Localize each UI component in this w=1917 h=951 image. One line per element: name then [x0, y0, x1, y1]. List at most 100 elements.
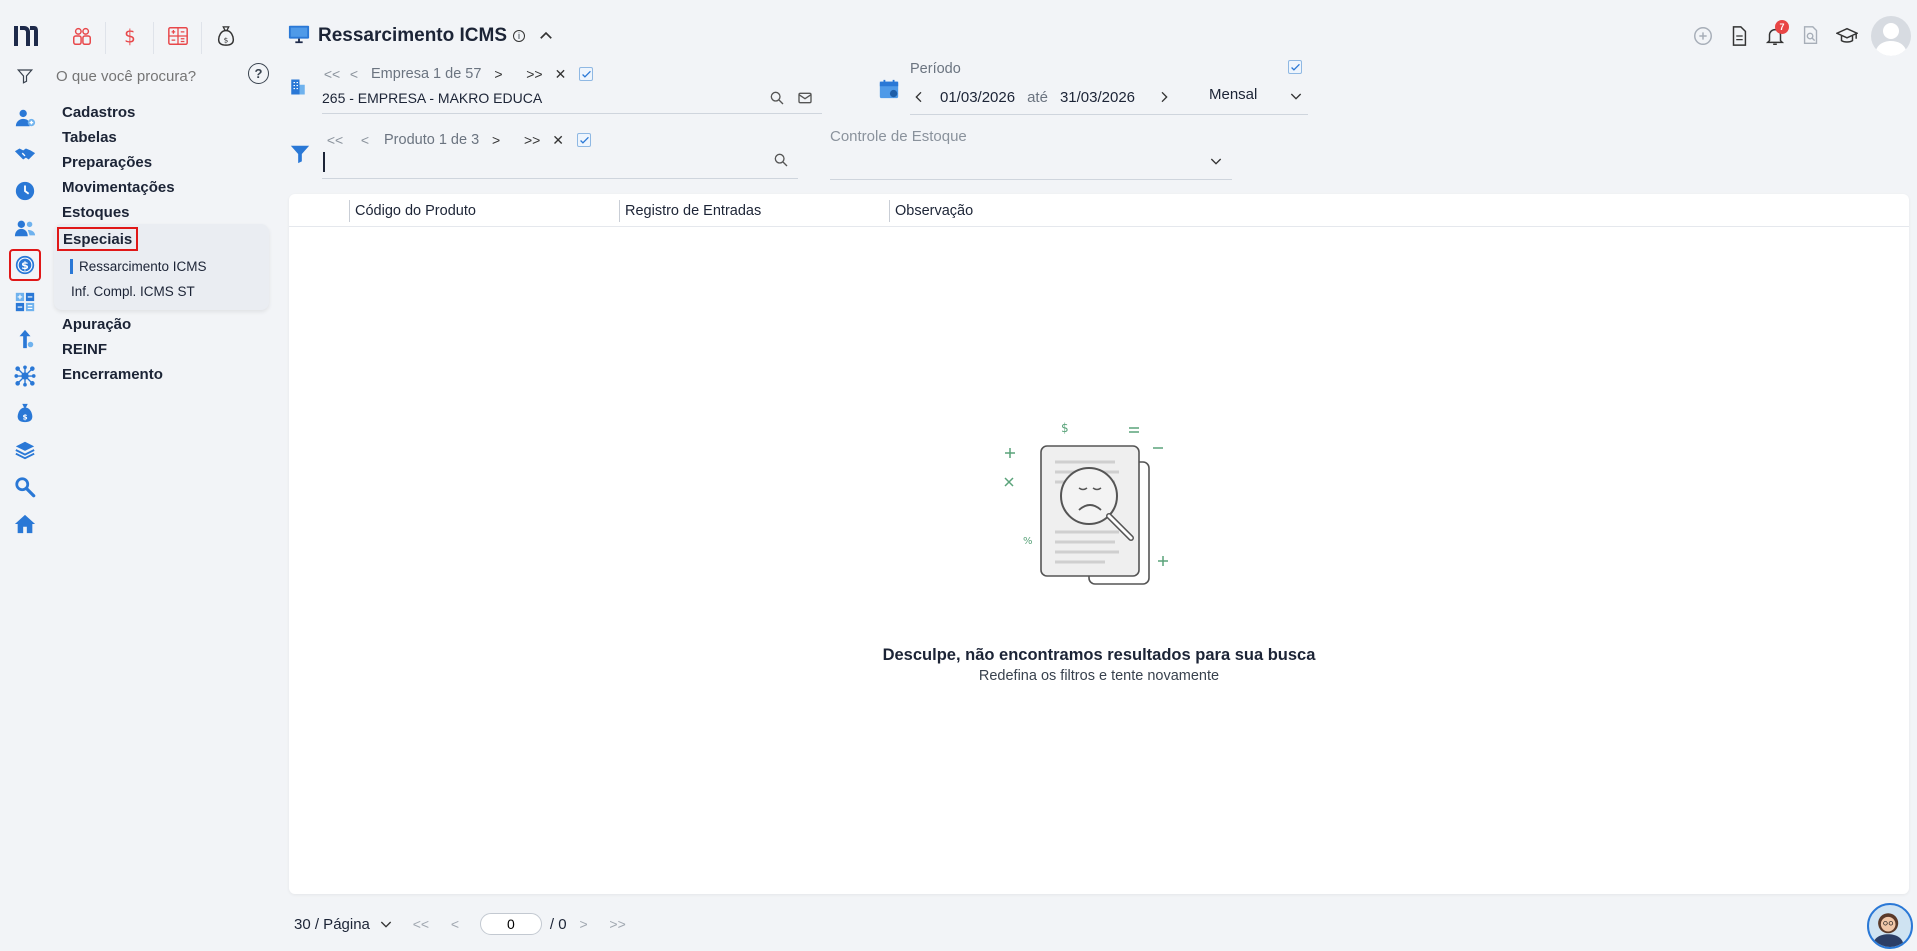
menu-item-reinf[interactable]: REINF [62, 337, 272, 362]
periodo-next-icon[interactable] [1155, 89, 1173, 105]
menu-item-estoques[interactable]: Estoques [62, 200, 272, 225]
produto-checkbox[interactable] [577, 133, 592, 147]
produto-clear-button[interactable]: ✕ [547, 130, 569, 150]
calculator-icon[interactable] [11, 288, 39, 316]
periodo-range: 01/03/2026 até 31/03/2026 [910, 86, 1173, 108]
module-finance[interactable]: $ [106, 22, 154, 54]
document-icon[interactable] [1721, 18, 1757, 54]
periodo-separator: até [1027, 88, 1048, 106]
periodo-prev-icon[interactable] [910, 89, 928, 105]
submenu-item-ressarcimento-icms[interactable]: Ressarcimento ICMS [70, 259, 207, 274]
empresa-value[interactable]: 265 - EMPRESA - MAKRO EDUCA [322, 90, 542, 106]
controle-estoque-label: Controle de Estoque [830, 128, 967, 145]
info-icon[interactable]: i [513, 30, 526, 42]
menu-item-tabelas[interactable]: Tabelas [62, 125, 272, 150]
growth-icon[interactable] [11, 325, 39, 353]
module-tax[interactable]: $ [202, 22, 250, 54]
graduation-cap-icon[interactable] [1829, 18, 1865, 54]
produto-search-icon[interactable] [772, 151, 790, 169]
per-page-chevron-icon [380, 921, 392, 928]
pager-last-button[interactable]: >> [601, 916, 635, 932]
search-magnifier-icon[interactable] [11, 473, 39, 501]
notification-badge: 7 [1775, 20, 1789, 34]
clock-icon[interactable] [11, 177, 39, 205]
periodo-checkbox[interactable] [1288, 60, 1302, 74]
module-people[interactable] [58, 22, 106, 54]
menu-item-movimentacoes[interactable]: Movimentações [62, 175, 272, 200]
produto-underline [322, 178, 798, 179]
assistant-avatar[interactable] [1867, 903, 1913, 949]
empty-state-illustration: $ % [989, 414, 1189, 614]
per-page-label: 30 / Página [294, 915, 370, 933]
users-icon[interactable] [11, 214, 39, 242]
money-bag-icon[interactable]: $ [11, 399, 39, 427]
filter-funnel-icon[interactable] [14, 65, 36, 87]
submenu-item-inf-compl-icms-st[interactable]: Inf. Compl. ICMS ST [71, 284, 195, 299]
empresa-checkbox[interactable] [579, 67, 594, 81]
handshake-icon[interactable] [11, 140, 39, 168]
side-menu-bottom: Apuração REINF Encerramento [62, 312, 272, 387]
page-number-input[interactable] [479, 913, 542, 935]
column-header-registro[interactable]: Registro de Entradas [619, 200, 761, 222]
periodo-underline [910, 114, 1308, 115]
produto-position-label: Produto 1 de 3 [384, 132, 480, 148]
column-header-observacao[interactable]: Observação [889, 200, 973, 222]
dollar-circle-icon[interactable]: $ [9, 249, 41, 281]
bell-icon[interactable]: 7 [1757, 18, 1793, 54]
periodo-end-date[interactable]: 31/03/2026 [1060, 89, 1135, 106]
module-calculator[interactable] [154, 22, 202, 54]
produto-next-button[interactable]: > [485, 130, 507, 150]
module-bar: $ $ [58, 22, 250, 54]
menu-search-input[interactable] [56, 67, 226, 85]
controle-chevron-down-icon[interactable] [1207, 152, 1225, 170]
add-circle-icon[interactable] [1685, 18, 1721, 54]
controle-estoque-select[interactable] [830, 179, 1232, 180]
menu-item-especiais[interactable]: Especiais [57, 227, 139, 251]
calendar-icon[interactable] [878, 78, 900, 100]
empresa-first-button[interactable]: << [321, 64, 343, 84]
person-add-icon[interactable] [11, 104, 39, 132]
home-icon[interactable] [11, 510, 39, 538]
pager-next-button[interactable]: > [567, 916, 601, 932]
empresa-prev-button[interactable]: < [343, 64, 365, 84]
produto-last-button[interactable]: >> [521, 130, 543, 150]
menu-search-row: ? [14, 63, 270, 88]
money-bag-outline-icon: $ [215, 25, 237, 52]
per-page-select[interactable]: 30 / Página [294, 916, 394, 933]
empresa-last-button[interactable]: >> [523, 64, 545, 84]
empresa-next-button[interactable]: > [487, 64, 509, 84]
help-icon[interactable]: ? [248, 63, 269, 84]
icon-rail: $ $ [0, 0, 50, 951]
chevron-down-icon[interactable] [1287, 87, 1305, 105]
document-search-icon[interactable] [1793, 18, 1829, 54]
produto-navigator: << < Produto 1 de 3 > >> ✕ [324, 130, 592, 150]
menu-item-encerramento[interactable]: Encerramento [62, 362, 272, 387]
product-filter-icon[interactable] [289, 143, 311, 165]
network-icon[interactable] [11, 362, 39, 390]
empresa-position-label: Empresa 1 de 57 [371, 66, 482, 82]
svg-text:$: $ [1061, 421, 1069, 435]
produto-prev-button[interactable]: < [354, 130, 376, 150]
produto-input[interactable] [323, 150, 763, 174]
app-logo[interactable] [12, 24, 40, 48]
pager-first-button[interactable]: << [404, 916, 438, 932]
produto-first-button[interactable]: << [324, 130, 346, 150]
pager-prev-button[interactable]: < [438, 916, 472, 932]
mail-icon[interactable] [796, 89, 814, 107]
menu-item-apuracao[interactable]: Apuração [62, 312, 272, 337]
periodo-start-date[interactable]: 01/03/2026 [940, 89, 1015, 106]
building-icon [289, 78, 307, 96]
search-icon[interactable] [768, 89, 786, 107]
layers-icon[interactable] [11, 436, 39, 464]
menu-item-preparacoes[interactable]: Preparações [62, 150, 272, 175]
pagination: 30 / Página << < / 0 > >> [294, 912, 635, 936]
user-avatar[interactable] [1871, 16, 1911, 56]
menu-item-cadastros[interactable]: Cadastros [62, 100, 272, 125]
monitor-icon [288, 23, 310, 50]
grid-calculator-icon [167, 25, 189, 52]
chevron-up-icon[interactable] [537, 27, 555, 45]
empresa-clear-button[interactable]: ✕ [549, 64, 571, 84]
column-header-codigo[interactable]: Código do Produto [349, 200, 476, 222]
dollar-icon: $ [119, 25, 141, 52]
periodo-mode-select[interactable]: Mensal [1209, 86, 1257, 103]
